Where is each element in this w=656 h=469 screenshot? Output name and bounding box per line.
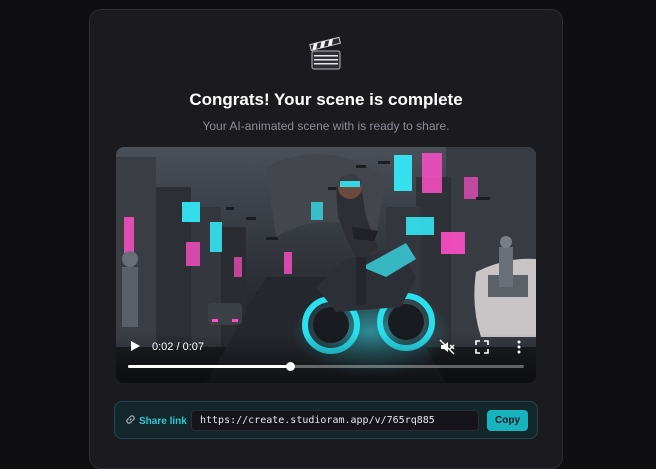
copy-button[interactable]: Copy bbox=[487, 410, 528, 431]
link-icon bbox=[126, 415, 135, 424]
video-time-display: 0:02 / 0:07 bbox=[152, 341, 204, 353]
clapperboard-icon bbox=[309, 36, 342, 70]
page-subtitle: Your AI-animated scene with is ready to … bbox=[202, 119, 450, 133]
share-link-input[interactable] bbox=[191, 410, 479, 431]
video-seek-bar[interactable] bbox=[128, 362, 524, 371]
video-progress-fill bbox=[128, 365, 291, 368]
share-link-label: Share link bbox=[139, 416, 187, 427]
more-vertical-icon[interactable] bbox=[514, 339, 524, 355]
play-icon[interactable] bbox=[128, 339, 142, 353]
page-title: Congrats! Your scene is complete bbox=[189, 90, 463, 109]
video-player[interactable]: 0:02 / 0:07 bbox=[116, 147, 536, 383]
share-link-bar: Share link Copy bbox=[114, 401, 538, 439]
fullscreen-icon[interactable] bbox=[475, 340, 489, 354]
share-link-label-wrap: Share link bbox=[125, 414, 187, 427]
muted-speaker-icon[interactable] bbox=[439, 339, 455, 355]
